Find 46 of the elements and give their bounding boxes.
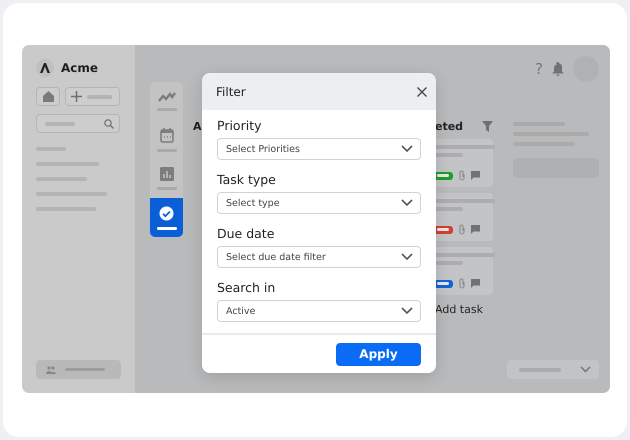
paperclip-icon (458, 224, 466, 235)
paperclip-icon (458, 278, 466, 289)
chevron-down-icon (401, 253, 413, 261)
select-field[interactable]: Select Priorities (217, 138, 421, 160)
calendar-icon (160, 128, 174, 144)
task-card[interactable] (435, 247, 493, 295)
chevron-down-icon (401, 307, 413, 315)
apply-button[interactable]: Apply (336, 342, 421, 366)
people-icon (46, 366, 56, 374)
field-label: Due date (217, 226, 276, 242)
comment-icon (471, 225, 480, 234)
comment-icon (471, 171, 480, 180)
search-field[interactable] (36, 114, 120, 133)
chevron-down-icon (580, 366, 591, 373)
select-field[interactable]: Active (217, 300, 421, 322)
brand-name: Acme (61, 61, 98, 75)
column-header: A (193, 120, 202, 133)
add-button[interactable] (65, 87, 120, 106)
chevron-down-icon (401, 145, 413, 153)
team-button[interactable] (36, 360, 121, 379)
task-card[interactable] (435, 193, 493, 241)
bar-chart-icon (160, 167, 174, 182)
field-label: Search in (217, 280, 276, 296)
field-label: Priority (217, 118, 262, 134)
paperclip-icon (458, 170, 466, 181)
dropdown[interactable] (507, 360, 599, 379)
plus-icon (71, 91, 82, 102)
add-task-link[interactable]: Add task (435, 303, 493, 316)
bell-icon[interactable] (552, 62, 564, 76)
check-circle-icon (159, 206, 174, 221)
filter-icon (482, 120, 493, 132)
home-icon (42, 91, 54, 102)
field-label: Task type (217, 172, 277, 188)
task-card[interactable] (435, 139, 493, 187)
trend-line-icon (158, 92, 176, 102)
home-button[interactable] (36, 87, 60, 106)
select-field[interactable]: Select type (217, 192, 421, 214)
search-icon (104, 118, 114, 128)
column-header: eted (435, 120, 464, 132)
select-field[interactable]: Select due date filter (217, 246, 421, 268)
chevron-down-icon (401, 199, 413, 207)
close-icon (417, 86, 427, 96)
comment-icon (471, 279, 480, 288)
close-button[interactable] (417, 86, 427, 96)
logo-icon (36, 59, 54, 77)
dialog-title: Filter (216, 84, 246, 98)
